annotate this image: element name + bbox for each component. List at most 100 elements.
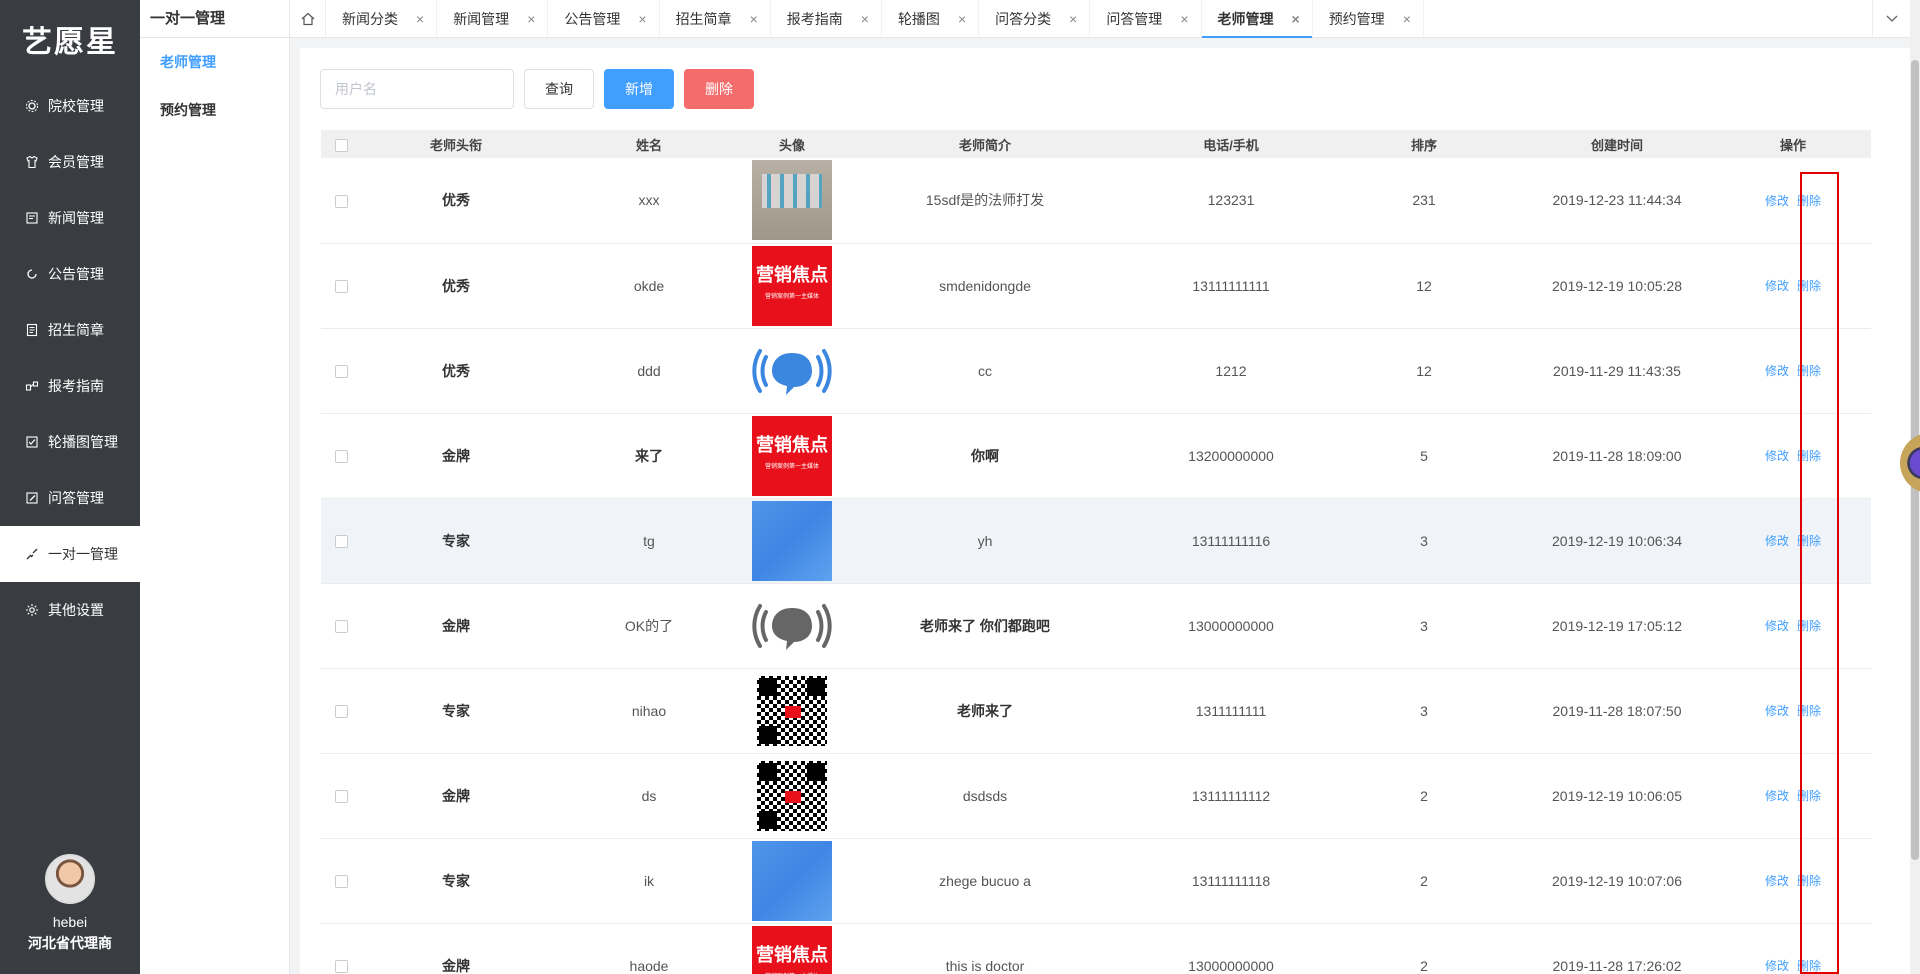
table-row[interactable]: 优秀 xxx 15sdf是的法师打发 123231 231 2019-12-23 11:4… <box>321 158 1871 244</box>
sub-item-teacher[interactable]: 老师管理 <box>140 38 289 86</box>
table-row[interactable]: 优秀 okde 营销焦点 营销案例第一主媒体 smdenidongde 131111111… <box>321 243 1871 329</box>
row-checkbox[interactable] <box>334 875 348 889</box>
home-tab[interactable] <box>290 0 326 37</box>
sub-item-appointment[interactable]: 预约管理 <box>140 86 289 134</box>
sidebar-item-4[interactable]: 招生简章 <box>0 302 140 358</box>
sidebar-item-1[interactable]: 会员管理 <box>0 134 140 190</box>
table-row[interactable]: 金牌 OK的了 老师来了 你们都跑吧 13000000000 3 2019-12-19 1… <box>321 583 1871 669</box>
delete-button[interactable]: 删除 <box>1797 279 1821 293</box>
table-row[interactable]: 金牌haode营销焦点营销案例第一主媒体this is doctor130000… <box>321 923 1871 974</box>
cell-avatar <box>747 583 837 669</box>
edit-button[interactable]: 修改 <box>1765 194 1789 208</box>
delete-button[interactable]: 删除 <box>1797 959 1821 973</box>
table-row[interactable]: 优秀 ddd cc 1212 12 2019-11-29 11:43:35 修改 删除 <box>321 328 1871 414</box>
cell-sort: 2 <box>1329 753 1519 839</box>
edit-button[interactable]: 修改 <box>1765 789 1789 803</box>
tab-9[interactable]: 预约管理 × <box>1313 0 1424 37</box>
avatar[interactable] <box>45 854 95 904</box>
username-search-input[interactable] <box>320 69 514 109</box>
batch-delete-button[interactable]: 删除 <box>684 69 754 109</box>
close-icon[interactable]: × <box>1403 11 1411 27</box>
close-icon[interactable]: × <box>638 11 646 27</box>
sidebar-item-2[interactable]: 新闻管理 <box>0 190 140 246</box>
promo-sub-text: 营销案例第一主媒体 <box>764 293 819 300</box>
refresh-icon <box>24 266 40 282</box>
tab-1[interactable]: 新闻管理 × <box>437 0 549 37</box>
close-icon[interactable]: × <box>861 11 869 27</box>
tab-4[interactable]: 报考指南 × <box>771 0 882 37</box>
edit-button[interactable]: 修改 <box>1765 619 1789 633</box>
chat-bubble-icon <box>752 603 832 650</box>
add-button[interactable]: 新增 <box>604 69 674 109</box>
delete-button[interactable]: 删除 <box>1797 789 1821 803</box>
row-checkbox[interactable] <box>334 280 348 294</box>
row-checkbox[interactable] <box>334 790 348 804</box>
close-icon[interactable]: × <box>1180 11 1188 27</box>
close-icon[interactable]: × <box>1069 11 1077 27</box>
tab-3[interactable]: 招生简章 × <box>660 0 771 37</box>
edit-button[interactable]: 修改 <box>1765 874 1789 888</box>
row-checkbox[interactable] <box>334 450 348 464</box>
select-all-checkbox[interactable] <box>334 138 348 152</box>
close-icon[interactable]: × <box>527 11 535 27</box>
avatar-image <box>752 840 832 921</box>
table-row[interactable]: 专家 tg yh 13111111116 3 2019-12-19 10:06:34 修改删… <box>321 498 1871 584</box>
sidebar-item-8[interactable]: 一对一管理 <box>0 526 140 582</box>
delete-button[interactable]: 删除 <box>1797 874 1821 888</box>
tab-0[interactable]: 新闻分类 × <box>326 0 438 37</box>
edit-button[interactable]: 修改 <box>1765 279 1789 293</box>
tab-8[interactable]: 老师管理 × <box>1201 0 1313 38</box>
table-row[interactable]: 专家 ik zhege bucuo a 13111111118 2 2019-12-19 … <box>321 838 1871 924</box>
close-icon[interactable]: × <box>1292 11 1300 27</box>
tab-6[interactable]: 问答分类 × <box>979 0 1091 37</box>
cell-phone: 13111111116 <box>1133 498 1329 584</box>
delete-button[interactable]: 删除 <box>1797 619 1821 633</box>
edit-button[interactable]: 修改 <box>1765 449 1789 463</box>
delete-button[interactable]: 删除 <box>1797 449 1821 463</box>
delete-button[interactable]: 删除 <box>1797 704 1821 718</box>
table-header-row: 老师头衔 姓名 头像 老师简介 电话/手机 排序 创建时间 操作 <box>321 130 1871 158</box>
qr-code-icon <box>757 675 827 746</box>
cell-title: 金牌 <box>361 413 551 499</box>
avatar-image <box>752 500 832 581</box>
row-checkbox[interactable] <box>334 705 348 719</box>
edit-button[interactable]: 修改 <box>1765 534 1789 548</box>
promo-sub-text: 营销案例第一主媒体 <box>765 966 819 974</box>
tab-more-button[interactable] <box>1872 0 1910 38</box>
row-checkbox[interactable] <box>334 195 348 209</box>
close-icon[interactable]: × <box>416 11 424 27</box>
edit-button[interactable]: 修改 <box>1765 364 1789 378</box>
header-intro: 老师简介 <box>837 130 1133 158</box>
row-checkbox[interactable] <box>334 960 348 974</box>
sidebar-item-6[interactable]: 轮播图管理 <box>0 414 140 470</box>
sidebar-item-7[interactable]: 问答管理 <box>0 470 140 526</box>
sidebar-item-9[interactable]: 其他设置 <box>0 582 140 638</box>
sidebar-item-3[interactable]: 公告管理 <box>0 246 140 302</box>
delete-button[interactable]: 删除 <box>1797 194 1821 208</box>
sidebar-item-0[interactable]: 院校管理 <box>0 78 140 134</box>
tab-2[interactable]: 公告管理 × <box>548 0 660 37</box>
sidebar-item-label: 问答管理 <box>48 490 104 506</box>
tab-label: 报考指南 <box>786 10 843 27</box>
edit-button[interactable]: 修改 <box>1765 704 1789 718</box>
edit-button[interactable]: 修改 <box>1765 959 1789 973</box>
tab-7[interactable]: 问答管理 × <box>1090 0 1202 37</box>
tab-5[interactable]: 轮播图 × <box>882 0 980 37</box>
cell-title: 优秀 <box>361 328 551 414</box>
query-button[interactable]: 查询 <box>524 69 594 109</box>
cell-created: 2019-12-23 11:44:34 <box>1519 158 1715 244</box>
cell-actions: 修改 删除 <box>1715 668 1871 754</box>
delete-button[interactable]: 删除 <box>1797 364 1821 378</box>
close-icon[interactable]: × <box>958 11 966 27</box>
row-checkbox[interactable] <box>334 620 348 634</box>
table-row[interactable]: 金牌 ds dsdsds 13111111112 2 2019-12-19 10:06:0… <box>321 753 1871 839</box>
cell-created: 2019-12-19 17:05:12 <box>1519 583 1715 669</box>
row-checkbox[interactable] <box>334 535 348 549</box>
delete-button[interactable]: 删除 <box>1797 534 1821 548</box>
sidebar-item-5[interactable]: 报考指南 <box>0 358 140 414</box>
table-row[interactable]: 金牌 来了 营销焦点 营销案例第一主媒体 你啊 13200000000 5 2019-11-2… <box>321 413 1871 499</box>
row-checkbox[interactable] <box>334 365 348 379</box>
table-row[interactable]: 专家 nihao 老师来了 1311111111 3 2019-11-28 18:07:5… <box>321 668 1871 754</box>
cell-intro: this is doctor <box>837 923 1133 974</box>
close-icon[interactable]: × <box>750 11 758 27</box>
